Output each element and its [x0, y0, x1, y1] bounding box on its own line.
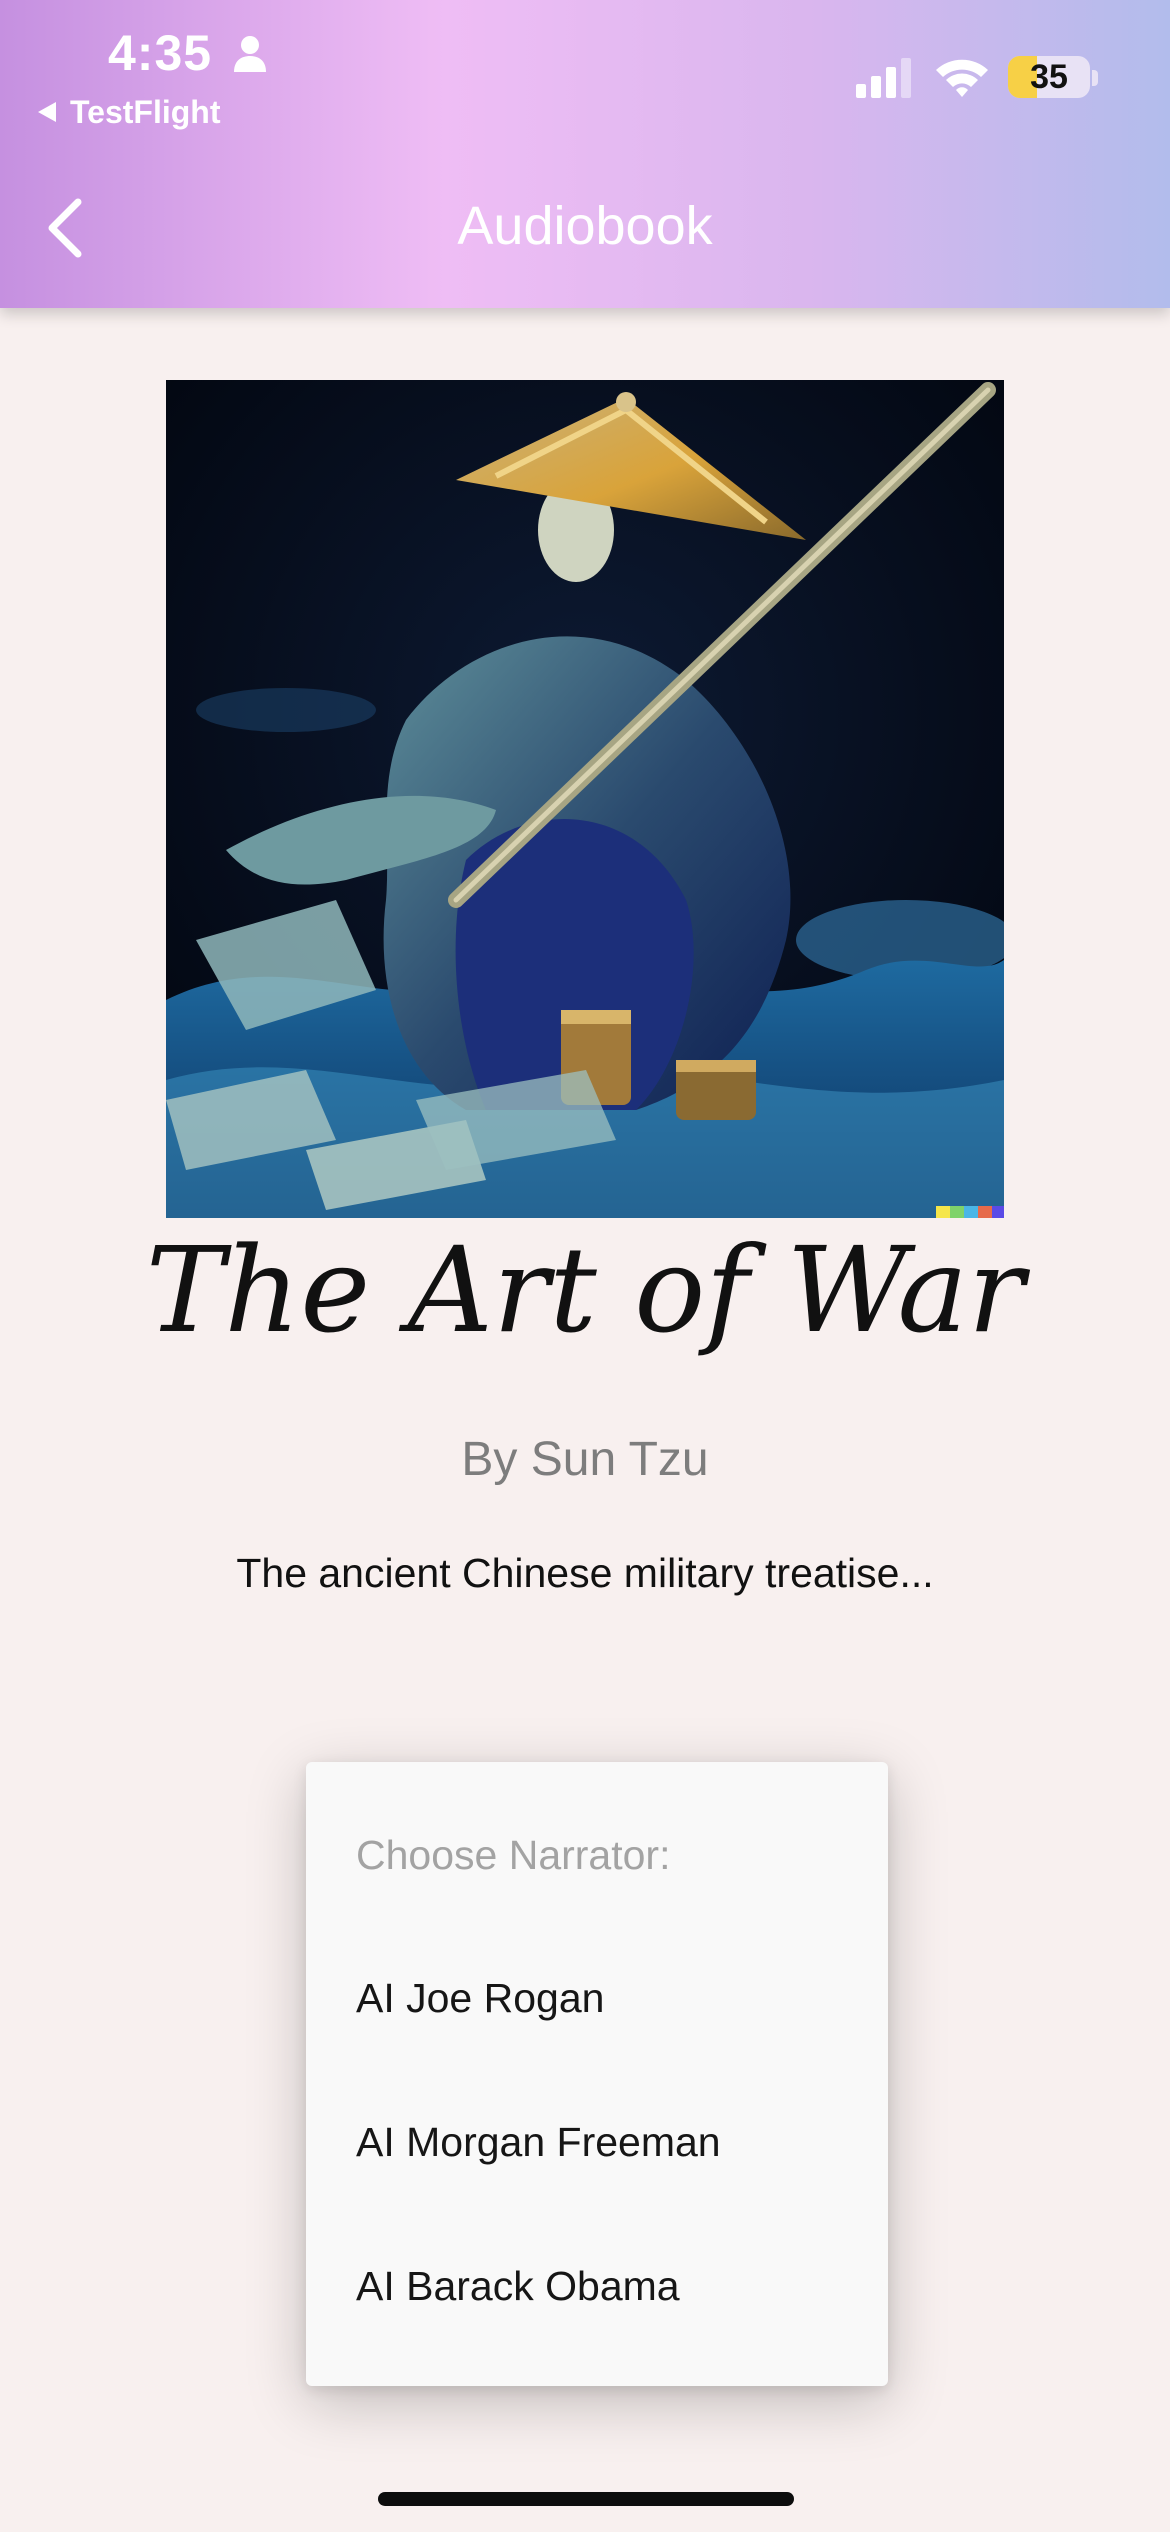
narrator-option-barack-obama[interactable]: AI Barack Obama	[306, 2226, 888, 2346]
nav-title: Audiobook	[457, 196, 713, 256]
status-time: 4:35	[108, 25, 213, 81]
battery-indicator: 35	[1008, 56, 1090, 98]
book-cover-image	[166, 380, 1004, 1218]
app-header: 4:35 TestFlight 35 Audiobook	[0, 0, 1170, 308]
book-title: The Art of War	[145, 1221, 1025, 1359]
battery-percent: 35	[1030, 57, 1068, 96]
back-app-label: TestFlight	[70, 93, 221, 130]
book-description: The ancient Chinese military treatise...	[236, 1550, 934, 1596]
narrator-menu-heading: Choose Narrator:	[356, 1832, 671, 1878]
narrator-menu: Choose Narrator: AI Joe Rogan AI Morgan …	[306, 1762, 888, 2386]
chevron-left-icon	[48, 198, 82, 258]
book-author: By Sun Tzu	[461, 1433, 709, 1486]
battery-nub	[1092, 70, 1098, 86]
wifi-icon	[936, 59, 988, 97]
person-icon	[234, 36, 266, 72]
cellular-signal-icon	[856, 58, 911, 98]
narrator-option-morgan-freeman[interactable]: AI Morgan Freeman	[306, 2082, 888, 2202]
back-button[interactable]	[40, 190, 96, 266]
back-to-app-link[interactable]: TestFlight	[38, 92, 221, 132]
home-indicator[interactable]	[378, 2492, 794, 2506]
back-triangle-icon	[38, 102, 56, 122]
narrator-option-joe-rogan[interactable]: AI Joe Rogan	[306, 1938, 888, 2058]
